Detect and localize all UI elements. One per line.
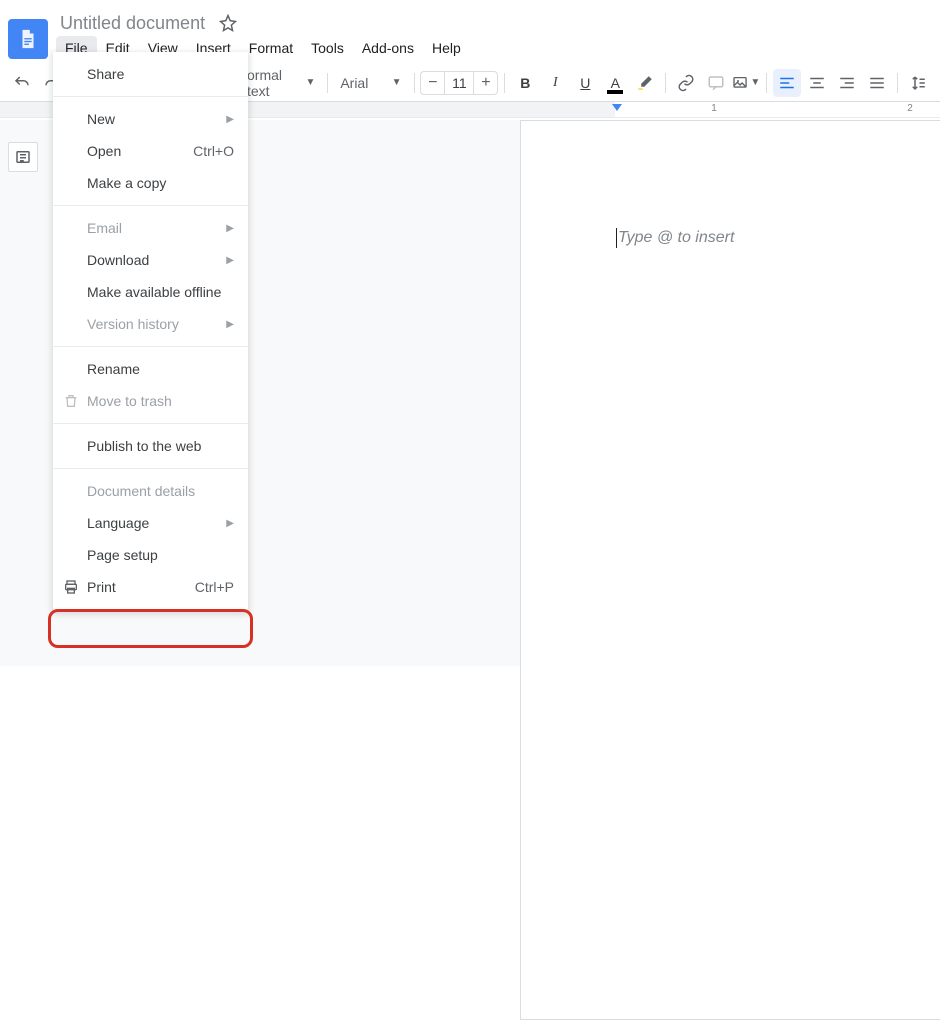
trash-icon (61, 393, 81, 409)
file-menu-email: Email ▶ (53, 212, 248, 244)
menu-item-label: New (87, 111, 115, 127)
menu-item-label: Version history (87, 316, 179, 332)
menu-format[interactable]: Format (240, 36, 302, 60)
font-family-label: Arial (340, 75, 368, 91)
file-menu-move-to-trash: Move to trash (53, 385, 248, 417)
align-right-button[interactable] (833, 69, 861, 97)
add-comment-button[interactable] (702, 69, 730, 97)
menu-item-label: Share (87, 66, 124, 82)
indent-marker-icon[interactable] (612, 104, 622, 111)
file-menu-publish-to-the-web[interactable]: Publish to the web (53, 430, 248, 462)
file-menu-new[interactable]: New ▶ (53, 103, 248, 135)
menu-item-label: Document details (87, 483, 195, 499)
document-page[interactable]: Type @ to insert (520, 120, 940, 1020)
chevron-right-icon: ▶ (226, 223, 234, 234)
file-menu-make-a-copy[interactable]: Make a copy (53, 167, 248, 199)
menu-item-shortcut: Ctrl+O (193, 143, 234, 159)
font-size-stepper[interactable]: − 11 + (420, 71, 498, 95)
file-menu-open[interactable]: Open Ctrl+O (53, 135, 248, 167)
insert-link-button[interactable] (672, 69, 700, 97)
align-justify-button[interactable] (863, 69, 891, 97)
chevron-down-icon: ▼ (750, 77, 760, 88)
document-placeholder: Type @ to insert (618, 229, 734, 247)
menu-separator (53, 346, 248, 347)
file-menu-download[interactable]: Download ▶ (53, 244, 248, 276)
star-icon[interactable] (219, 14, 237, 32)
italic-button[interactable]: I (541, 69, 569, 97)
menu-item-shortcut: Ctrl+P (195, 579, 234, 595)
menu-item-label: Rename (87, 361, 140, 377)
menu-item-label: Email (87, 220, 122, 236)
menu-item-label: Print (87, 579, 116, 595)
align-center-button[interactable] (803, 69, 831, 97)
font-family-select[interactable]: Arial ▼ (334, 75, 407, 91)
undo-button[interactable] (8, 69, 36, 97)
paragraph-style-label: ormal text (247, 67, 306, 99)
menu-item-label: Move to trash (87, 393, 172, 409)
font-size-increase[interactable]: + (474, 71, 498, 95)
print-icon (61, 579, 81, 595)
menu-separator (53, 468, 248, 469)
menu-separator (53, 423, 248, 424)
text-cursor (616, 228, 617, 248)
file-menu-version-history: Version history ▶ (53, 308, 248, 340)
chevron-right-icon: ▶ (226, 319, 234, 330)
menu-separator (53, 205, 248, 206)
insert-image-button[interactable]: ▼ (732, 69, 760, 97)
underline-button[interactable]: U (571, 69, 599, 97)
font-size-value[interactable]: 11 (444, 71, 474, 95)
file-menu-document-details: Document details (53, 475, 248, 507)
font-size-decrease[interactable]: − (420, 71, 444, 95)
text-color-button[interactable]: A (601, 69, 629, 97)
menu-item-label: Download (87, 252, 149, 268)
menu-add-ons[interactable]: Add-ons (353, 36, 423, 60)
file-menu-print[interactable]: Print Ctrl+P (53, 571, 248, 603)
menu-separator (53, 96, 248, 97)
file-menu-dropdown: ShareNew▶OpenCtrl+OMake a copyEmail▶Down… (53, 52, 248, 611)
paragraph-style-select[interactable]: ormal text ▼ (241, 67, 321, 99)
menu-item-label: Language (87, 515, 149, 531)
highlight-color-button[interactable] (631, 69, 659, 97)
menu-item-label: Open (87, 143, 121, 159)
ruler-tick: 2 (861, 103, 940, 114)
ruler-tick: 1 (665, 103, 763, 114)
file-menu-language[interactable]: Language ▶ (53, 507, 248, 539)
file-menu-page-setup[interactable]: Page setup (53, 539, 248, 571)
file-menu-share[interactable]: Share (53, 58, 248, 90)
menu-help[interactable]: Help (423, 36, 470, 60)
align-left-button[interactable] (773, 69, 801, 97)
chevron-right-icon: ▶ (226, 518, 234, 529)
document-title[interactable]: Untitled document (60, 13, 205, 34)
menu-item-label: Page setup (87, 547, 158, 563)
chevron-right-icon: ▶ (226, 255, 234, 266)
chevron-down-icon: ▼ (392, 77, 402, 88)
docs-logo[interactable] (8, 19, 48, 59)
menu-item-label: Make available offline (87, 284, 221, 300)
file-menu-make-available-offline[interactable]: Make available offline (53, 276, 248, 308)
menu-item-label: Make a copy (87, 175, 166, 191)
chevron-down-icon: ▼ (306, 77, 316, 88)
document-outline-button[interactable] (8, 142, 38, 172)
chevron-right-icon: ▶ (226, 114, 234, 125)
menu-tools[interactable]: Tools (302, 36, 353, 60)
menu-item-label: Publish to the web (87, 438, 201, 454)
file-menu-rename[interactable]: Rename (53, 353, 248, 385)
line-spacing-button[interactable] (904, 69, 932, 97)
bold-button[interactable]: B (511, 69, 539, 97)
